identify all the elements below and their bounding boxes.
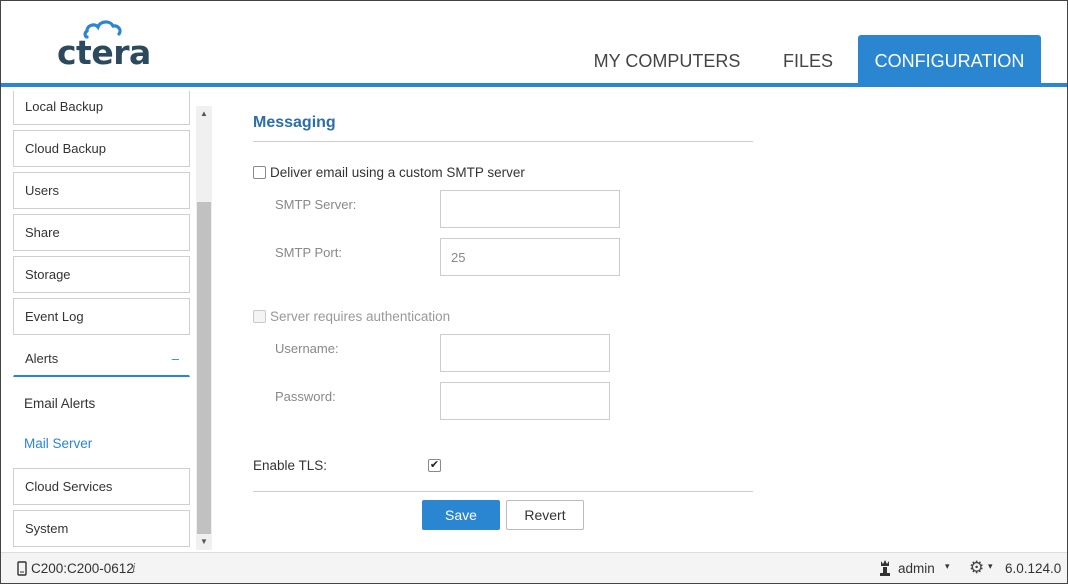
status-bar: C200:C200-0612 i admin ▾ ⚙ ▾ 6.0.124.0	[1, 552, 1067, 583]
sidebar-item-system[interactable]: System	[13, 510, 190, 547]
sidebar-item-event-log[interactable]: Event Log	[13, 298, 190, 335]
section-title: Messaging	[253, 114, 336, 131]
auth-required-checkbox	[253, 310, 266, 323]
sidebar-scrollbar[interactable]: ▲ ▼	[196, 106, 212, 550]
smtp-port-input[interactable]	[440, 238, 620, 276]
sidebar-item-cloud-backup[interactable]: Cloud Backup	[13, 130, 190, 167]
sidebar-item-label: Users	[25, 183, 59, 198]
custom-smtp-checkbox[interactable]	[253, 166, 266, 179]
tab-files[interactable]: FILES	[771, 35, 845, 87]
chevron-down-icon[interactable]: ▾	[988, 561, 993, 572]
scroll-up-arrow-icon[interactable]: ▲	[196, 106, 212, 122]
sidebar-item-share[interactable]: Share	[13, 214, 190, 251]
custom-smtp-label: Deliver email using a custom SMTP server	[270, 165, 525, 180]
smtp-port-label: SMTP Port:	[275, 245, 342, 260]
password-label: Password:	[275, 389, 336, 404]
sidebar-item-label: Alerts	[25, 351, 59, 366]
gear-icon[interactable]: ⚙	[969, 558, 984, 578]
sidebar-item-label: Local Backup	[25, 99, 104, 114]
chevron-down-icon[interactable]: ▾	[945, 561, 950, 572]
sidebar-item-users[interactable]: Users	[13, 172, 190, 209]
save-button[interactable]: Save	[422, 500, 500, 530]
user-icon	[880, 560, 890, 576]
sidebar-item-local-backup[interactable]: Local Backup	[13, 91, 190, 125]
enable-tls-label: Enable TLS:	[253, 458, 328, 473]
tab-configuration[interactable]: CONFIGURATION	[858, 35, 1041, 87]
sidebar: Local Backup Cloud Backup Users Share St…	[1, 91, 213, 552]
collapse-icon[interactable]: –	[172, 341, 179, 376]
sidebar-item-label: Event Log	[25, 309, 84, 324]
username-label: Username:	[275, 341, 339, 356]
sidebar-item-label: Cloud Backup	[25, 141, 106, 156]
sidebar-item-alerts[interactable]: Alerts –	[13, 340, 190, 377]
ctera-logo[interactable]: ctera	[57, 19, 157, 72]
smtp-server-input[interactable]	[440, 190, 620, 228]
info-icon[interactable]: i	[132, 561, 136, 575]
sidebar-item-label: Cloud Services	[25, 479, 113, 494]
sidebar-item-label: Storage	[25, 267, 71, 282]
smtp-server-label: SMTP Server:	[275, 197, 357, 212]
sidebar-subitem-email-alerts[interactable]: Email Alerts	[24, 396, 95, 411]
sidebar-subitem-mail-server[interactable]: Mail Server	[24, 436, 92, 451]
password-input[interactable]	[440, 382, 610, 420]
divider	[253, 141, 753, 142]
tab-my-computers[interactable]: MY COMPUTERS	[587, 35, 747, 87]
divider	[253, 491, 753, 492]
scroll-down-arrow-icon[interactable]: ▼	[196, 534, 212, 550]
scroll-thumb[interactable]	[197, 202, 211, 534]
sidebar-item-label: Share	[25, 225, 60, 240]
enable-tls-checkbox[interactable]: ✔	[428, 459, 441, 472]
logo-text: ctera	[57, 33, 151, 72]
top-header: ctera MY COMPUTERS FILES CONFIGURATION	[1, 1, 1067, 87]
auth-required-label: Server requires authentication	[270, 309, 451, 324]
sidebar-item-cloud-services[interactable]: Cloud Services	[13, 468, 190, 505]
revert-button[interactable]: Revert	[506, 500, 584, 530]
device-name[interactable]: C200:C200-0612	[31, 561, 134, 576]
sidebar-item-label: System	[25, 521, 69, 536]
device-icon	[17, 561, 27, 576]
user-menu[interactable]: admin	[898, 561, 935, 576]
version-label: 6.0.124.0	[1005, 561, 1062, 576]
sidebar-item-storage[interactable]: Storage	[13, 256, 190, 293]
username-input[interactable]	[440, 334, 610, 372]
